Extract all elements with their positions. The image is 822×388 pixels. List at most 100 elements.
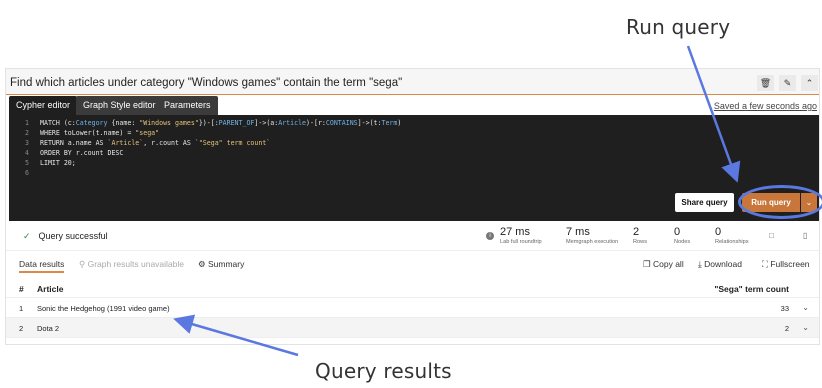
line-number: 2 [25,129,29,137]
copy-all-label: Copy all [653,259,684,269]
row-article: Sonic the Hedgehog (1991 video game) [37,304,170,313]
metric-execution: 7 ms Memgraph execution [566,226,618,245]
expand-row-icon[interactable]: ⌄ [802,303,809,312]
metric-value: 0 [674,226,681,238]
code-token: {name: [107,119,140,127]
query-results-callout: Query results [315,359,452,383]
header-article: Article [37,284,64,294]
header-term-count: "Sega" term count [714,284,789,294]
code-line-3: 3 RETURN a.name AS `Article`, r.count AS … [9,138,270,148]
metric-roundtrip: 27 ms Lab full roundtrip [500,226,542,245]
metric-relationships: 0 Relationships [715,226,749,245]
summary-icon: ⚙ [198,259,206,269]
run-query-callout: Run query [626,15,731,39]
editor-tabs: Cypher editor Graph Style editor Paramet… [6,96,819,115]
metric-caption: Memgraph execution [566,239,619,245]
code-token: CONTAINS [325,119,358,127]
table-row[interactable]: 2 Dota 2 2 ⌄ [6,318,819,338]
fullscreen-button[interactable]: ⛶ Fullscreen [762,259,810,270]
code-line-5: 5 LIMIT 20; [9,158,76,168]
metric-value: 0 [715,226,722,238]
info-icon[interactable]: i [486,232,494,240]
code-token: LIMIT 20; [40,159,76,167]
code-token: `"Sega" term count` [194,139,271,147]
share-query-button[interactable]: Share query [675,193,734,212]
code-token: "Windows games" [139,119,199,127]
status-text: Query successful [38,231,108,241]
trash-icon[interactable]: 🗑 [757,75,774,91]
copy-all-button[interactable]: ❐ Copy all [643,259,684,270]
check-icon: ✓ [23,231,31,241]
saved-status-link[interactable]: Saved a few seconds ago [714,101,817,111]
code-line-2: 2 WHERE toLower(t.name) = "sega" [9,128,159,138]
graph-tab-label: Graph results unavailable [87,259,184,269]
metric-caption: Relationships [715,239,749,245]
code-line-6: 6 [9,168,40,178]
table-row[interactable]: 1 Sonic the Hedgehog (1991 video game) 3… [6,298,819,318]
row-index: 2 [19,324,24,333]
query-panel: Find which articles under category "Wind… [5,68,822,345]
metric-value: 27 ms [500,226,530,238]
metric-caption: Rows [633,239,647,245]
code-line-1: 1 MATCH (c:Category {name: "Windows games… [9,118,401,128]
expand-row-icon[interactable]: ⌄ [802,323,809,332]
collapse-icon[interactable]: ⌃ [801,75,818,91]
edit-icon[interactable]: ✎ [779,75,796,91]
results-table: # Article "Sega" term count 1 Sonic the … [6,278,819,338]
screenshot-root: Run query Query results Find which artic… [0,0,822,388]
code-token: ]->(a: [254,119,279,127]
code-token: ]->(t: [357,119,382,127]
download-icon: ⤓ [698,259,702,269]
run-query-highlight-circle [738,185,822,219]
code-token: ) [397,119,402,127]
code-token: WHERE toLower(t.name) = [40,129,136,137]
tab-summary[interactable]: ⚙ Summary [198,259,244,270]
graph-icon: ⚲ [79,259,86,269]
code-token: Article [278,119,307,127]
row-article: Dota 2 [37,324,60,333]
code-token: Term [381,119,398,127]
query-status-bar: ✓ Query successful i 27 ms Lab full roundt… [6,221,819,251]
download-label: Download [704,259,742,269]
fullscreen-icon: ⛶ [762,259,768,269]
row-count: 2 [784,324,789,333]
download-button[interactable]: ⤓ Download [698,259,742,270]
code-token: ORDER BY r.count DESC [40,149,124,157]
code-line-4: 4 ORDER BY r.count DESC [9,148,123,158]
query-title-bar: Find which articles under category "Wind… [6,69,819,95]
title-actions: 🗑 ✎ ⌃ [757,75,818,91]
row-count: 33 [780,304,789,313]
code-token: RETURN a.name AS [40,139,108,147]
tab-data-results[interactable]: Data results [19,259,65,273]
tab-parameters[interactable]: Parameters [157,96,218,115]
code-token: })-[: [198,119,219,127]
query-title: Find which articles under category "Wind… [10,77,403,89]
copy-icon: ❐ [643,259,651,269]
code-token: `Article` [107,139,144,147]
metric-value: 7 ms [566,226,590,238]
export-icon[interactable]: ▯ [803,231,813,242]
line-number: 5 [25,159,29,167]
metric-value: 2 [633,226,640,238]
tab-graph-style-editor[interactable]: Graph Style editor [76,96,163,115]
line-number: 6 [25,169,29,177]
tab-cypher-editor[interactable]: Cypher editor [9,96,78,115]
fullscreen-label: Fullscreen [770,259,810,269]
status-message: ✓ Query successful [23,231,108,242]
line-number: 3 [25,139,29,147]
metric-nodes: 0 Nodes [674,226,690,245]
header-index: # [19,284,24,294]
table-header: # Article "Sega" term count [6,278,819,298]
code-token: , r.count AS [143,139,195,147]
code-token: PARENT_OF [218,119,255,127]
metric-caption: Nodes [674,239,691,245]
code-token: MATCH (c: [40,119,76,127]
copy-results-icon[interactable]: □ [769,231,779,242]
line-number: 1 [25,119,29,127]
code-token: )-[r: [306,119,326,127]
row-index: 1 [19,304,24,313]
metric-rows: 2 Rows [633,226,647,245]
tab-graph-results: ⚲ Graph results unavailable [79,259,184,270]
metric-caption: Lab full roundtrip [500,239,542,245]
line-number: 4 [25,149,29,157]
